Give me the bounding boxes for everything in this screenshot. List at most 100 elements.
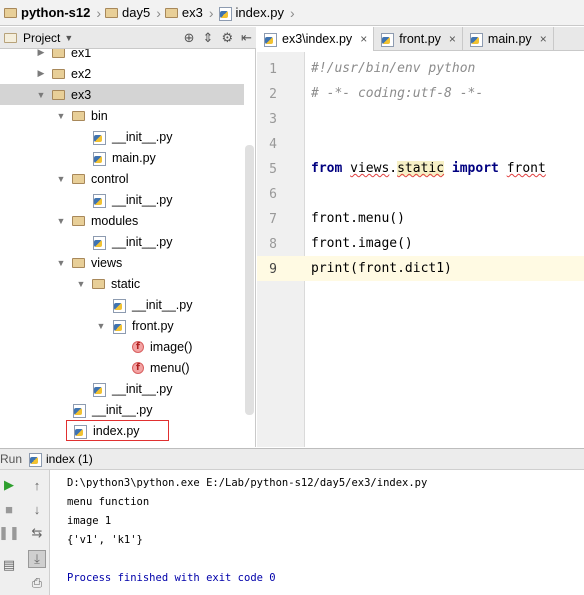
chevron-down-icon[interactable]: ▼ (64, 33, 73, 43)
tab-front-py[interactable]: front.py × (374, 27, 463, 51)
project-panel-title[interactable]: Project (23, 31, 60, 45)
sync-target-icon[interactable]: ⊕ (184, 30, 195, 46)
run-config-label[interactable]: index (1) (46, 452, 93, 466)
collapse-arrow-icon[interactable]: ▼ (56, 258, 66, 268)
collapse-arrow-icon[interactable]: ▼ (96, 321, 106, 331)
expand-arrow-icon[interactable]: ▶ (36, 68, 46, 79)
tree-item-label: control (91, 171, 129, 186)
folder-icon (105, 7, 119, 18)
collapse-arrow-icon[interactable]: ▼ (36, 90, 46, 100)
scroll-to-end-icon[interactable]: ⤓ (28, 550, 46, 568)
editor-tabs: ex3\index.py × front.py × main.py × (257, 27, 584, 51)
breadcrumb-separator-icon: › (96, 4, 102, 21)
tree-item[interactable]: __init__.py (0, 294, 244, 315)
python-file-icon (263, 32, 277, 47)
tree-item-body: ex3 (46, 84, 91, 105)
tree-item[interactable]: index.py (0, 420, 244, 441)
gear-icon[interactable]: ⚙ (221, 30, 233, 46)
tree-item[interactable]: ▼ control (0, 168, 244, 189)
run-console-output[interactable]: D:\python3\python.exe E:/Lab/python-s12/… (51, 470, 584, 595)
tree-item[interactable]: ▶ ex2 (0, 63, 244, 84)
stop-icon[interactable]: ■ (0, 500, 18, 518)
folder-icon (52, 68, 65, 79)
tree-item-label: ex1 (71, 49, 92, 60)
code-editor[interactable]: #!/usr/bin/env python # -*- coding:utf-8 … (305, 52, 584, 447)
tree-item-body: __init__.py (86, 231, 172, 252)
tree-item-label: __init__.py (112, 129, 173, 144)
breadcrumb-label: day5 (122, 5, 151, 20)
console-line-exit: Process finished with exit code 0 (67, 572, 276, 584)
tree-item[interactable]: __init__.py (0, 189, 244, 210)
tree-item[interactable]: __init__.py (0, 126, 244, 147)
tree-item[interactable]: ▶ ex1 (0, 49, 244, 63)
collapse-arrow-icon[interactable]: ▼ (56, 174, 66, 184)
code-line: from views.static import front (311, 161, 546, 176)
breadcrumb-separator-icon: › (208, 4, 214, 21)
collapse-arrow-icon[interactable]: ▼ (56, 111, 66, 121)
collapse-arrow-icon[interactable]: ▼ (76, 279, 86, 289)
python-file-icon (112, 319, 126, 334)
python-file-icon (469, 32, 483, 47)
line-number: 7 (269, 212, 277, 227)
folder-icon (52, 89, 65, 100)
tab-index-py[interactable]: ex3\index.py × (257, 27, 375, 51)
close-icon[interactable]: × (360, 32, 367, 46)
line-number: 5 (269, 162, 277, 177)
breadcrumb-item-ex3[interactable]: ex3 (164, 0, 207, 26)
tree-item[interactable]: ▼ bin (0, 105, 244, 126)
run-toolbar: ▶ ↑ ■ ↓ ❚❚ ⇆ ▤ ⤓ ⎙ (0, 470, 50, 595)
run-icon[interactable]: ▶ (0, 476, 18, 494)
tree-item[interactable]: __init__.py (0, 231, 244, 252)
close-icon[interactable]: × (449, 32, 456, 46)
tree-item-label: bin (91, 108, 108, 123)
layout-icon[interactable]: ▤ (0, 556, 18, 574)
python-file-icon (92, 382, 106, 397)
folder-icon (72, 215, 85, 226)
function-icon: f (132, 361, 144, 374)
scroll-down-icon[interactable]: ↓ (28, 500, 46, 518)
tree-item[interactable]: ▼ views (0, 252, 244, 273)
tree-item-body: ex1 (46, 49, 91, 63)
project-panel-header: Project ▼ ⊕ ⇕ ⚙ ⇤ (0, 27, 256, 49)
tree-item-label: menu() (150, 360, 190, 375)
breadcrumb-item-project[interactable]: python-s12 (4, 0, 94, 26)
python-file-icon (72, 403, 86, 418)
line-number: 8 (269, 237, 277, 252)
pause-icon[interactable]: ❚❚ (0, 524, 20, 542)
tree-item-body: control (66, 168, 129, 189)
tree-item[interactable]: ▼ modules (0, 210, 244, 231)
folder-icon (92, 278, 105, 289)
tree-item[interactable]: f menu() (0, 357, 244, 378)
tree-item[interactable]: __init__.py (0, 399, 244, 420)
tree-item[interactable]: ▼ front.py (0, 315, 244, 336)
breadcrumb-separator-icon: › (156, 4, 161, 21)
print-icon[interactable]: ⎙ (28, 574, 46, 592)
expand-arrow-icon[interactable]: ▶ (36, 49, 46, 58)
tree-item-label: ex3 (71, 87, 92, 102)
breadcrumb-item-day5[interactable]: day5 (105, 0, 154, 26)
tree-item-body: index.py (66, 420, 169, 441)
console-line: menu function (67, 496, 150, 508)
tab-main-py[interactable]: main.py × (463, 27, 554, 51)
breadcrumb-item-file[interactable]: index.py (218, 0, 288, 26)
tree-item[interactable]: ▼ static (0, 273, 244, 294)
tree-item-label: static (111, 276, 141, 291)
tree-item[interactable]: f image() (0, 336, 244, 357)
tree-item[interactable]: main.py (0, 147, 244, 168)
scroll-up-icon[interactable]: ↑ (28, 476, 46, 494)
tree-item[interactable]: __init__.py (0, 378, 244, 399)
folder-icon (4, 7, 17, 18)
tree-item[interactable]: ▼ ex3 (0, 84, 244, 105)
soft-wrap-icon[interactable]: ⇆ (28, 524, 46, 542)
breadcrumb-label: ex3 (181, 5, 203, 20)
line-number: 3 (269, 112, 277, 127)
tree-scrollbar[interactable] (245, 145, 254, 415)
tree-item-label: main.py (112, 150, 156, 165)
close-icon[interactable]: × (540, 32, 547, 46)
tab-label: front.py (399, 32, 441, 46)
collapse-all-icon[interactable]: ⇕ (203, 30, 214, 46)
line-number: 2 (269, 87, 277, 102)
hide-panel-icon[interactable]: ⇤ (241, 30, 252, 46)
tab-label: main.py (487, 32, 532, 46)
collapse-arrow-icon[interactable]: ▼ (56, 216, 66, 226)
